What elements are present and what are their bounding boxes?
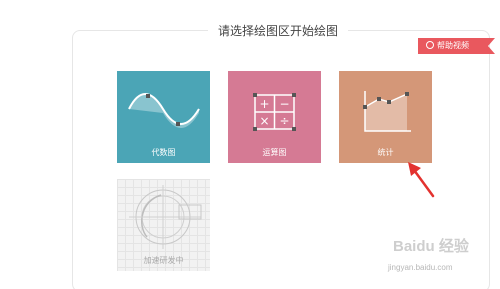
- svg-text:×: ×: [259, 114, 269, 128]
- watermark-url: jingyan.baidu.com: [388, 263, 453, 272]
- help-video-label: 帮助视频: [437, 41, 469, 50]
- panel-title: 请选择绘图区开始绘图: [208, 21, 348, 41]
- help-video-button[interactable]: 帮助视频: [418, 38, 495, 54]
- card-algebra[interactable]: 代数图: [117, 71, 210, 163]
- baidu-watermark: Baidu 经验 jingyan.baidu.com: [385, 232, 500, 282]
- clock-icon: [426, 41, 434, 49]
- card-algebra-label: 代数图: [151, 148, 176, 157]
- card-calculation[interactable]: + − × ÷ 运算图: [228, 71, 321, 163]
- watermark-brand: Baidu 经验: [393, 238, 469, 255]
- card-statistics[interactable]: 统计: [339, 71, 432, 163]
- svg-text:+: +: [259, 97, 269, 111]
- svg-text:÷: ÷: [279, 114, 289, 128]
- card-in-development: 加速研发中: [117, 179, 210, 271]
- pointer-arrow-icon: [408, 162, 435, 198]
- card-statistics-label: 统计: [377, 148, 394, 157]
- card-in-development-label: 加速研发中: [143, 256, 184, 265]
- card-calculation-label: 运算图: [262, 148, 287, 157]
- svg-text:−: −: [279, 97, 289, 111]
